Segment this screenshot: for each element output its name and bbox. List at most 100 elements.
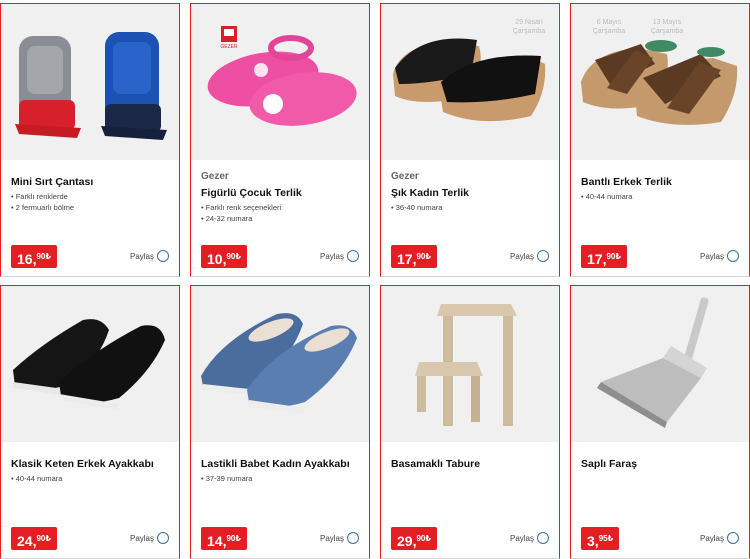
date-tab-line2: Çarşamba: [592, 28, 626, 35]
share-button[interactable]: Paylaş: [510, 532, 549, 544]
share-button[interactable]: Paylaş: [700, 532, 739, 544]
share-button[interactable]: Paylaş: [130, 250, 169, 262]
share-label: Paylaş: [319, 251, 344, 261]
feature-item: 36-40 numara: [391, 202, 443, 213]
share-icon[interactable]: [537, 532, 549, 544]
share-icon[interactable]: [727, 532, 739, 544]
product-name[interactable]: Lastikli Babet Kadın Ayakkabı: [201, 458, 350, 470]
share-label: Paylaş: [699, 251, 724, 261]
price-badge: 29,90₺: [391, 527, 437, 550]
feature-item: Farklı renklerde: [11, 191, 74, 202]
product-card[interactable]: Basamaklı Tabure 29,90₺ Paylaş: [380, 285, 560, 559]
product-image-dustpan[interactable]: [571, 286, 749, 442]
product-image-kids-clog[interactable]: GEZER: [191, 4, 369, 160]
share-icon[interactable]: [537, 250, 549, 262]
feature-list: 37-39 numara: [201, 473, 253, 484]
product-grid: Mini Sırt Çantası Farklı renklerde 2 fer…: [0, 0, 750, 559]
feature-list: 36-40 numara: [391, 202, 443, 213]
share-label: Paylaş: [509, 533, 534, 543]
date-tab[interactable]: 29 Nisan Çarşamba: [505, 12, 553, 48]
product-image-men-shoe[interactable]: [1, 286, 179, 442]
product-card[interactable]: Lastikli Babet Kadın Ayakkabı 37-39 numa…: [190, 285, 370, 559]
feature-item: 40-44 numara: [581, 191, 633, 202]
price-badge: 24,90₺: [11, 527, 57, 550]
product-name[interactable]: Klasik Keten Erkek Ayakkabı: [11, 458, 154, 470]
date-tab-line2: Çarşamba: [650, 28, 684, 35]
share-button[interactable]: Paylaş: [320, 532, 359, 544]
price-badge: 16,90₺: [11, 245, 57, 268]
share-button[interactable]: Paylaş: [700, 250, 739, 262]
price-main: 16,: [17, 251, 37, 267]
price-badge: 10,90₺: [201, 245, 247, 268]
price-main: 29,: [397, 533, 417, 549]
currency-symbol: ₺: [615, 252, 621, 261]
price-main: 10,: [207, 251, 227, 267]
backpack-image: [15, 32, 167, 140]
feature-list: Farklı renklerde 2 fermuarlı bölme: [11, 191, 74, 213]
currency-symbol: ₺: [235, 534, 241, 543]
product-card[interactable]: GEZER Gezer Figürlü Çocuk Terlik Farklı …: [190, 3, 370, 277]
price-badge: 17,90₺: [581, 245, 627, 268]
feature-item: Farklı renk seçenekleri: [201, 202, 281, 213]
product-name[interactable]: Saplı Faraş: [581, 458, 637, 470]
price-badge: 14,90₺: [201, 527, 247, 550]
feature-item: 40-44 numara: [11, 473, 63, 484]
date-tab-line1: 29 Nisan: [515, 19, 543, 26]
step-stool-image: [415, 304, 517, 426]
product-name[interactable]: Figürlü Çocuk Terlik: [201, 187, 302, 199]
share-label: Paylaş: [129, 533, 154, 543]
share-button[interactable]: Paylaş: [320, 250, 359, 262]
product-image-step-stool[interactable]: [381, 286, 559, 442]
share-button[interactable]: Paylaş: [510, 250, 549, 262]
share-icon[interactable]: [727, 250, 739, 262]
share-icon[interactable]: [347, 532, 359, 544]
product-name[interactable]: Basamaklı Tabure: [391, 458, 480, 470]
product-image-women-shoe[interactable]: [191, 286, 369, 442]
currency-symbol: ₺: [425, 534, 431, 543]
date-tab-line1: 6 Mayıs: [596, 19, 622, 26]
price-main: 17,: [397, 251, 417, 267]
price-badge: 17,90₺: [391, 245, 437, 268]
date-tab-line2: Çarşamba: [512, 28, 546, 35]
product-brand: Gezer: [391, 171, 419, 182]
currency-symbol: ₺: [45, 534, 51, 543]
share-label: Paylaş: [509, 251, 534, 261]
feature-list: Farklı renk seçenekleri 24-32 numara: [201, 202, 281, 224]
men-shoe-image: [13, 319, 165, 410]
product-image-backpack[interactable]: [1, 4, 179, 160]
price-main: 24,: [17, 533, 37, 549]
price-main: 14,: [207, 533, 227, 549]
share-label: Paylaş: [129, 251, 154, 261]
price-decimal: 95: [598, 534, 608, 543]
share-icon[interactable]: [347, 250, 359, 262]
feature-item: 2 fermuarlı bölme: [11, 202, 74, 213]
currency-symbol: ₺: [607, 534, 614, 543]
currency-symbol: ₺: [45, 252, 51, 261]
product-card[interactable]: Saplı Faraş 3,95₺ Paylaş: [570, 285, 750, 559]
share-label: Paylaş: [319, 533, 344, 543]
date-tab-line1: 13 Mayıs: [652, 19, 682, 26]
product-name[interactable]: Mini Sırt Çantası: [11, 176, 93, 188]
product-card[interactable]: Klasik Keten Erkek Ayakkabı 40-44 numara…: [0, 285, 180, 559]
feature-list: 40-44 numara: [581, 191, 633, 202]
share-icon[interactable]: [157, 250, 169, 262]
faded-date-tabs: 29 Nisan Çarşamba 6 Mayıs Çarşamba 13 Mayı…: [505, 12, 691, 48]
product-name[interactable]: Şık Kadın Terlik: [391, 187, 469, 199]
product-name[interactable]: Bantlı Erkek Terlik: [581, 176, 672, 188]
price-badge: 3,95₺: [581, 527, 620, 550]
kids-clog-image: GEZER: [207, 26, 357, 126]
share-label: Paylaş: [699, 533, 724, 543]
share-icon[interactable]: [157, 532, 169, 544]
date-tab[interactable]: 6 Mayıs Çarşamba: [585, 12, 633, 48]
price-main: 3,: [587, 533, 599, 549]
dustpan-image: [597, 297, 709, 428]
share-button[interactable]: Paylaş: [130, 532, 169, 544]
currency-symbol: ₺: [235, 252, 241, 261]
price-main: 17,: [587, 251, 607, 267]
date-tab[interactable]: 13 Mayıs Çarşamba: [643, 12, 691, 48]
women-shoe-image: [201, 313, 357, 414]
product-card[interactable]: Mini Sırt Çantası Farklı renklerde 2 fer…: [0, 3, 180, 277]
brand-logo-text: GEZER: [220, 44, 238, 50]
feature-list: 40-44 numara: [11, 473, 63, 484]
currency-symbol: ₺: [425, 252, 431, 261]
